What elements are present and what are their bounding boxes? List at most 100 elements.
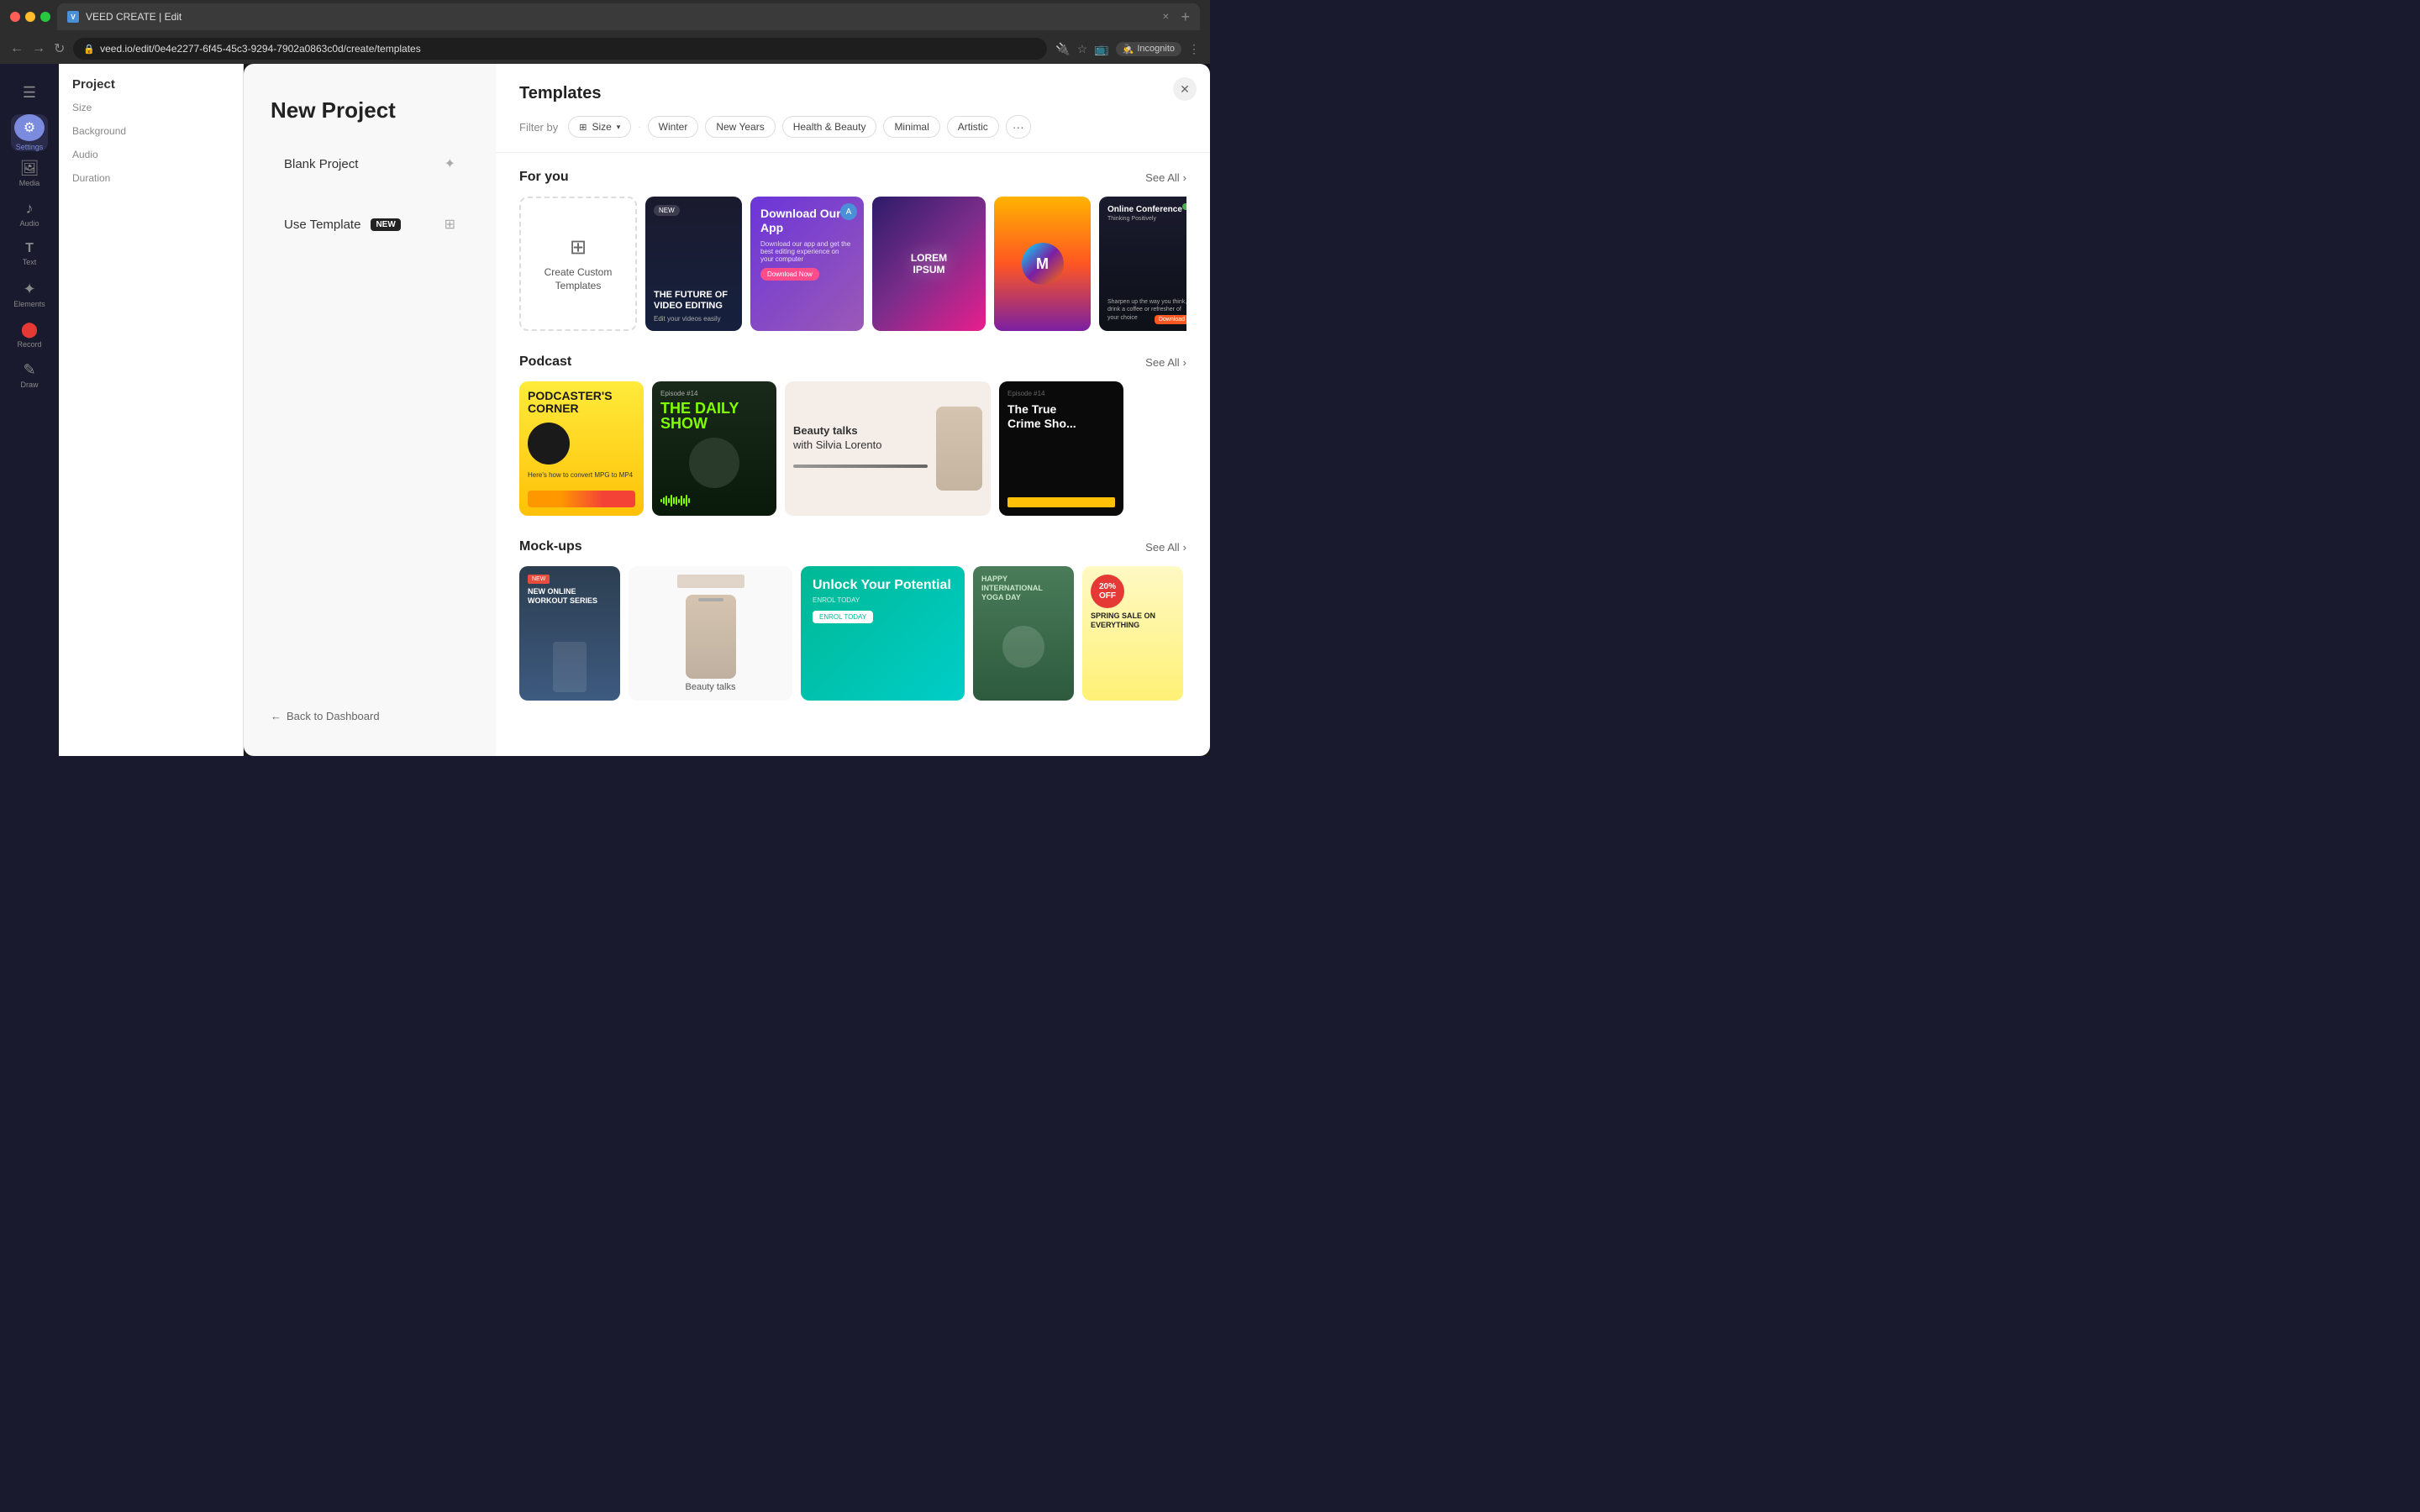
artistic-filter-chip[interactable]: Artistic [947,116,999,138]
tab-bar: V VEED CREATE | Edit ✕ + [57,3,1200,30]
winter-filter-chip[interactable]: Winter [648,116,699,138]
beauty-mockup-template-card[interactable]: Beauty talks [629,566,792,701]
extensions-icon[interactable]: 🔌 [1055,42,1070,56]
text-icon: T [25,241,34,256]
size-section: Size [72,102,229,113]
forward-nav-button[interactable]: → [32,41,45,56]
beauty-talks-template-card[interactable]: Beauty talkswith Silvia Lorento [785,381,991,516]
canvas-area: Export ↑ New Project Blank Project ✦ Use… [244,64,1210,756]
for-you-grid: ⊞ Create Custom Templates NEW THE FUTURE… [519,197,1186,331]
create-custom-template-card[interactable]: ⊞ Create Custom Templates [519,197,637,331]
traffic-lights [10,12,50,22]
blank-project-label: Blank Project [284,157,358,171]
new-tab-button[interactable]: + [1181,8,1190,26]
refresh-button[interactable]: ↻ [54,40,65,57]
elements-icon: ✦ [23,281,35,298]
sidebar-label-record: Record [17,340,41,349]
yoga-template-card[interactable]: Happy InternationalYOGA DAY [973,566,1074,701]
online-conference-template-card[interactable]: Online Conference Thinking Positively Sh… [1099,197,1186,331]
sidebar-item-text[interactable]: T Text [11,235,48,272]
new-project-panel: New Project Blank Project ✦ Use Template… [244,64,496,756]
duration-section: Duration [72,172,229,184]
unlock-template-card[interactable]: Unlock Your Potential ENROL TODAY ENROL … [801,566,965,701]
for-you-see-all[interactable]: See All › [1145,171,1186,184]
menu-lines-icon: ☰ [23,84,36,102]
address-bar-row: ← → ↻ 🔒 veed.io/edit/0e4e2277-6f45-45c3-… [0,34,1210,64]
sidebar-item-elements[interactable]: ✦ Elements [11,276,48,312]
filter-bar: Filter by ⊞ Size ▾ · Winter New Years He… [519,115,1186,139]
close-button[interactable] [10,12,20,22]
tab-close-icon[interactable]: ✕ [1162,13,1169,22]
new-badge: NEW [371,218,400,231]
app-icon: A [840,203,857,220]
size-filter-chip[interactable]: ⊞ Size ▾ [568,116,631,138]
podcast-grid: PODCASTER'SCORNER Here's how to convert … [519,381,1186,516]
future-template-card[interactable]: NEW THE FUTURE OF VIDEO EDITING Edit you… [645,197,742,331]
background-label: Background [72,125,229,137]
bookmark-icon[interactable]: ☆ [1077,42,1088,56]
modal-overlay: New Project Blank Project ✦ Use Template… [244,64,1210,756]
sidebar-label-text: Text [23,258,37,266]
unlock-enrol-btn: ENROL TODAY [813,611,873,623]
create-custom-text: Create Custom Templates [521,266,635,292]
left-sidebar: ☰ ⚙ Settings 🖼 Media ♪ Audio T Text ✦ El… [0,64,59,756]
download-app-template-card[interactable]: Download Our App Download our app and ge… [750,197,864,331]
back-arrow-icon: ← [271,710,281,722]
incognito-badge: 🕵 Incognito [1116,42,1181,56]
lorem-template-card[interactable]: LOREMIPSUM [872,197,986,331]
size-chip-icon: ⊞ [579,122,587,133]
spring-sale-template-card[interactable]: 20%OFF SPRING SALE ON EVERYTHING [1082,566,1183,701]
maximize-button[interactable] [40,12,50,22]
hamburger-menu[interactable]: ☰ [11,74,48,111]
healthbeauty-filter-chip[interactable]: Health & Beauty [782,116,877,138]
colorful-template-card[interactable]: M [994,197,1091,331]
template-icon: ⊞ [445,216,455,233]
minimal-filter-chip[interactable]: Minimal [883,116,939,138]
sidebar-item-audio[interactable]: ♪ Audio [11,195,48,232]
chevron-right-icon-2: › [1183,356,1186,369]
beauty-wave [793,459,928,473]
new-project-title: New Project [271,97,469,123]
sidebar-item-draw[interactable]: ✎ Draw [11,356,48,393]
sidebar-item-media[interactable]: 🖼 Media [11,155,48,192]
tab-favicon: V [67,11,79,23]
podcast-see-all[interactable]: See All › [1145,356,1186,369]
newyears-filter-chip[interactable]: New Years [705,116,775,138]
mockups-section-header: Mock-ups See All › [519,539,1186,554]
workout-template-card[interactable]: NEW NEW ONLINE WORKOUT SERIES [519,566,620,701]
tab-title: VEED CREATE | Edit [86,11,1155,23]
podcaster-template-card[interactable]: PODCASTER'SCORNER Here's how to convert … [519,381,644,516]
modal-close-button[interactable]: ✕ [1173,77,1197,101]
true-crime-wave [1007,497,1115,507]
audio-section: Audio [72,149,229,160]
sidebar-label-settings: Settings [16,143,44,151]
use-template-option[interactable]: Use Template NEW ⊞ [271,204,469,244]
sidebar-item-settings[interactable]: ⚙ Settings [11,114,48,151]
live-indicator [1182,203,1186,210]
minimize-button[interactable] [25,12,35,22]
sparkle-icon: ✦ [445,155,455,172]
chevron-down-icon: ▾ [617,123,621,132]
beauty-mockup-wave [677,575,744,588]
cast-icon[interactable]: 📺 [1094,42,1108,56]
editor-main: Project Size Background Audio Duration E… [59,64,1210,756]
duration-label: Duration [72,172,229,184]
workout-image [553,642,587,692]
for-you-section-header: For you See All › [519,170,1186,185]
address-bar[interactable]: 🔒 veed.io/edit/0e4e2277-6f45-45c3-9294-7… [73,38,1047,60]
sidebar-label-audio: Audio [19,219,39,228]
record-icon: ⬤ [21,321,38,339]
app-layout: ☰ ⚙ Settings 🖼 Media ♪ Audio T Text ✦ El… [0,64,1210,756]
daily-show-image [689,438,739,488]
mockups-see-all[interactable]: See All › [1145,541,1186,554]
sidebar-label-media: Media [19,179,40,187]
back-nav-button[interactable]: ← [10,41,24,56]
more-filters-button[interactable]: ··· [1006,115,1031,139]
true-crime-template-card[interactable]: Episode #14 The TrueCrime Sho... [999,381,1123,516]
menu-icon[interactable]: ⋮ [1188,42,1200,56]
audio-label: Audio [72,149,229,160]
sidebar-item-record[interactable]: ⬤ Record [11,316,48,353]
blank-project-option[interactable]: Blank Project ✦ [271,144,469,184]
daily-show-template-card[interactable]: Episode #14 THE DAILYSHOW [652,381,776,516]
back-to-dashboard[interactable]: ← Back to Dashboard [271,710,469,722]
